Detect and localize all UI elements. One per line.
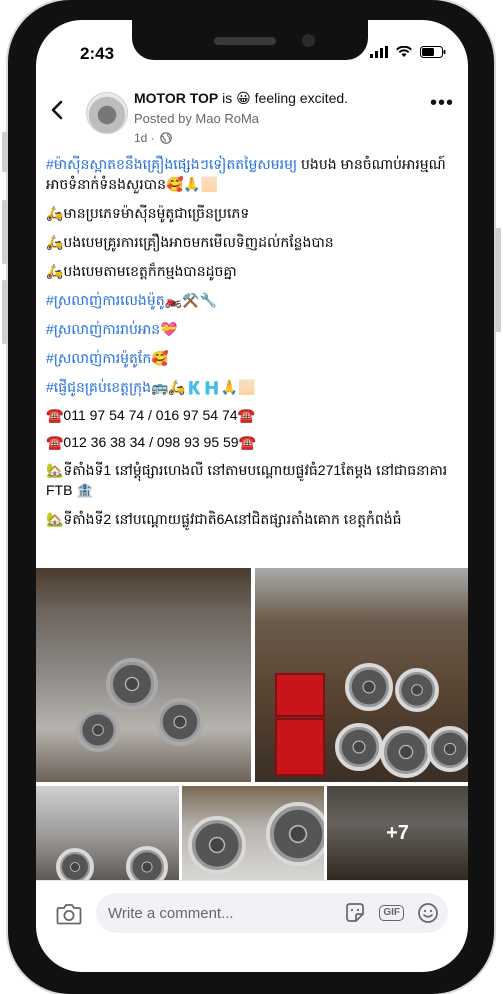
comment-bar: Write a comment... GIF	[36, 880, 468, 951]
wifi-icon	[396, 46, 412, 57]
wheel	[345, 663, 393, 711]
emoji-icon[interactable]	[416, 901, 440, 925]
text-line: #ម៉ាសុីនស្អាតខនឹងគ្រឿងផ្សេងៗទៀតតម្លៃសមរម…	[46, 154, 462, 194]
post-header: MOTOR TOP is 😀 feeling excited. Posted b…	[36, 86, 468, 164]
wheel	[427, 726, 468, 772]
photo-wheels[interactable]	[255, 568, 468, 782]
page-avatar[interactable]	[86, 92, 128, 134]
wheel	[395, 668, 439, 712]
front-camera	[302, 34, 315, 47]
text-line: 🛵មានប្រភេទម៉ាសុីនម៉ូតូជាច្រើនប្រភេទ	[46, 205, 250, 221]
comment-placeholder: Write a comment...	[108, 905, 234, 922]
side-button	[495, 228, 501, 332]
screen: 2:43 MOTOR TOP is 😀 feeling excited. Pos…	[36, 20, 468, 972]
photo-engines[interactable]	[36, 568, 251, 782]
wheel	[56, 848, 94, 880]
posted-by[interactable]: Posted by Mao RoMa	[134, 111, 259, 126]
post-age[interactable]: 1d ·	[134, 131, 155, 145]
status-time: 2:43	[80, 44, 115, 63]
post-text: #ម៉ាសុីនស្អាតខនឹងគ្រឿងផ្សេងៗទៀតតម្លៃសមរម…	[46, 154, 462, 538]
notch	[132, 20, 368, 60]
engine-part	[76, 708, 120, 752]
battery-icon	[420, 46, 446, 58]
globe-icon	[159, 132, 172, 144]
address-line: 🏡ទីតាំងទី1 នៅម្តុំផ្សារហេងលី នៅតាមបណ្តោយ…	[46, 462, 448, 498]
wheel	[266, 802, 324, 866]
hashtag[interactable]: #ស្រលាញ់ការលេងម៉ូតូ🏍️⚒️🔧	[46, 290, 462, 310]
gif-icon[interactable]: GIF	[379, 905, 404, 921]
page-name[interactable]: MOTOR TOP	[134, 90, 218, 106]
photo-roof[interactable]	[36, 786, 179, 880]
post-title: MOTOR TOP is 😀 feeling excited.	[134, 90, 348, 107]
comment-actions: GIF	[343, 901, 440, 925]
back-arrow-icon[interactable]	[50, 100, 64, 126]
wheel	[126, 846, 168, 880]
text-line: 🛵បងបេមតាមខេត្តក៏កម្មងបានដូចគ្នា	[46, 263, 237, 279]
signal-icon	[370, 46, 388, 58]
red-crate	[275, 718, 325, 776]
more-options-icon[interactable]: •••	[430, 92, 454, 115]
post-meta: 1d ·	[134, 131, 172, 145]
post-action: is 😀 feeling excited.	[218, 90, 349, 106]
speaker	[214, 37, 276, 45]
photo-more[interactable]: +7	[327, 786, 468, 880]
hashtag[interactable]: #ម៉ាសុីនស្អាតខនឹងគ្រឿងផ្សេងៗទៀតតម្លៃសមរម…	[46, 156, 297, 172]
address-line: 🏡ទីតាំងទី2 នៅបណ្តោយផ្លូវជាតិ6Aនៅជិតផ្សារ…	[46, 511, 402, 527]
phone-number: ☎️011 97 54 74 / 016 97 54 74☎️	[46, 407, 255, 423]
engine-part	[156, 698, 204, 746]
side-button	[2, 280, 8, 344]
status-icons	[370, 46, 446, 58]
wheel	[335, 723, 383, 771]
camera-icon[interactable]	[56, 903, 82, 925]
comment-input[interactable]: Write a comment... GIF	[96, 893, 448, 933]
hashtag[interactable]: #ស្រលាញ់ការម៉ូតូកែ🥰	[46, 348, 462, 368]
phone-number: ☎️012 36 38 34 / 098 93 95 59☎️	[46, 434, 257, 450]
hashtag[interactable]: #ស្រលាញ់ការរាប់អាន💝	[46, 319, 462, 339]
sticker-icon[interactable]	[343, 901, 367, 925]
photo-grid: +7	[36, 568, 468, 880]
hashtag[interactable]: #ផ្ញើជូនគ្រប់ខេត្តក្រុង🚌🛵🇰🇭🙏🏻	[46, 377, 462, 397]
side-button	[2, 200, 8, 264]
wheel	[188, 816, 246, 874]
red-crate	[275, 673, 325, 717]
side-button	[2, 132, 8, 172]
photo-rims[interactable]	[182, 786, 324, 880]
more-photos-overlay[interactable]: +7	[327, 786, 468, 880]
engine-part	[106, 658, 158, 710]
wheel	[380, 726, 432, 778]
text-line: 🛵បងបេមគ្រូរការគ្រឿងអាចមកមើលទិញដល់កន្លែងប…	[46, 234, 334, 250]
